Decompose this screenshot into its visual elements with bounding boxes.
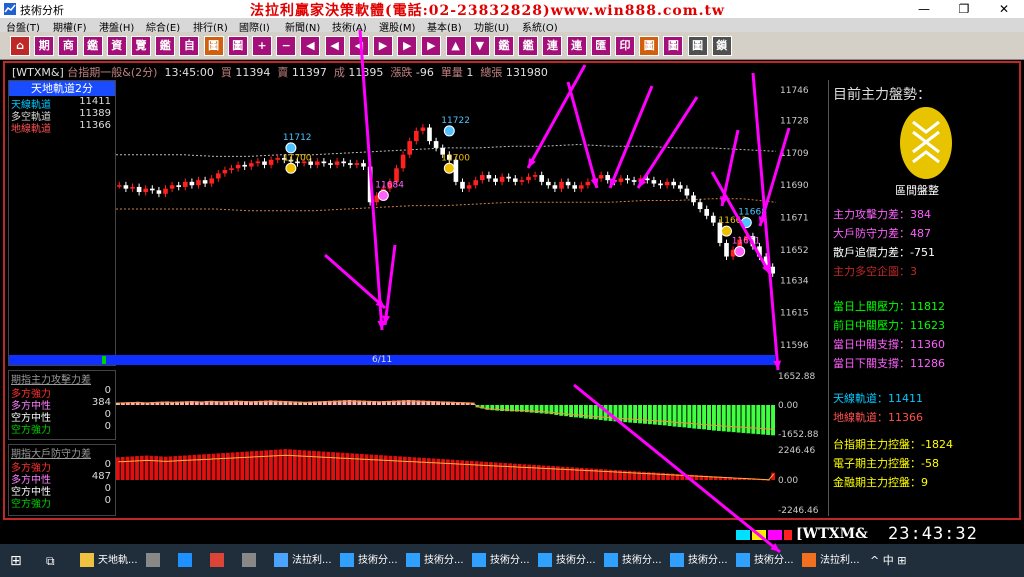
annotation-arrow-line [751,72,780,371]
annotation-arrow-line [358,29,384,331]
annotation-arrow-line [608,85,654,189]
annotation-arrow-line [758,127,791,227]
annotation-arrow-head [590,178,599,188]
annotation-arrow-line [636,96,699,189]
annotation-arrows [324,29,791,554]
app-window: { "window": { "title": "技術分析", "banner":… [0,0,1024,577]
annotation-arrow-line [573,383,781,554]
annotation-arrow-head [609,178,618,188]
annotation-arrow-line [383,244,397,326]
annotation-arrow-line [566,81,599,189]
